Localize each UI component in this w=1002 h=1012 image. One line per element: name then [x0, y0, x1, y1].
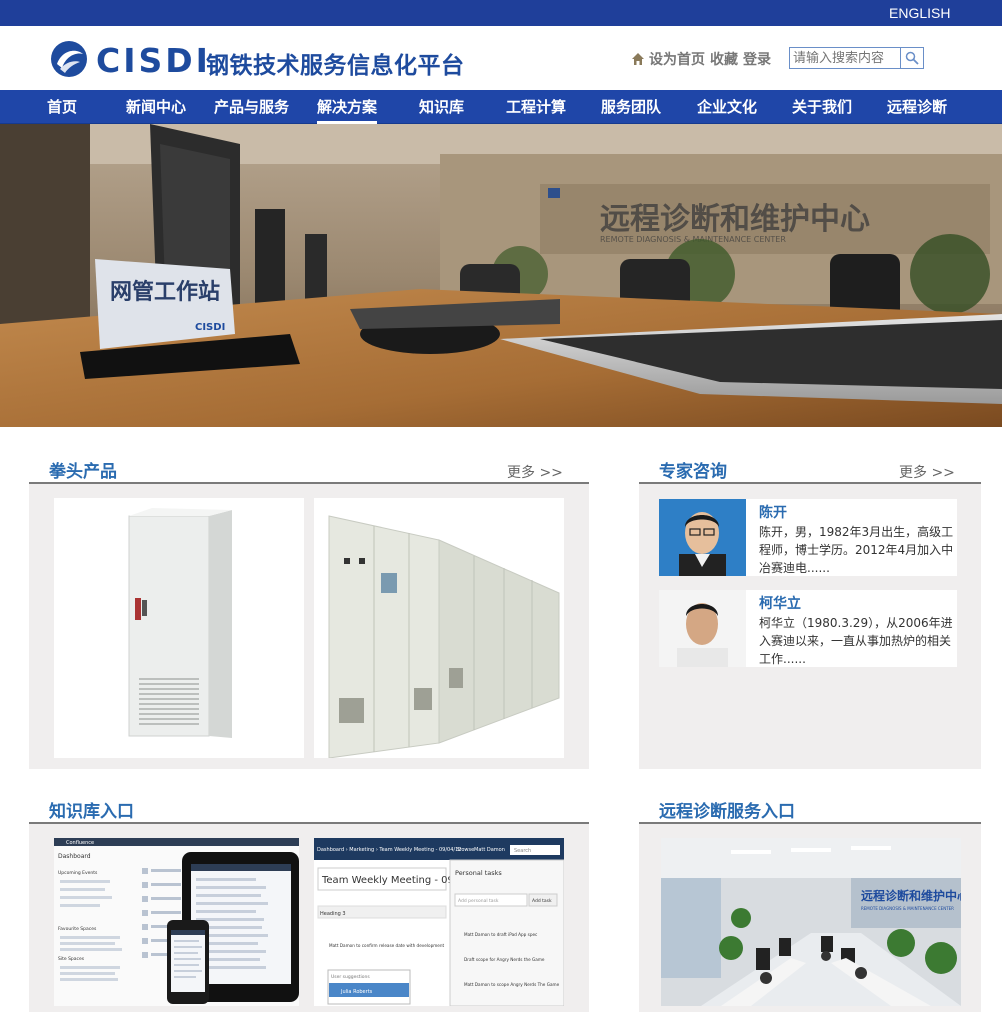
nav-item-service-team[interactable]: 服务团队 [601, 90, 661, 124]
expert-card[interactable]: 柯华立 柯华立（1980.3.29），从2006年进入赛迪以来，一直从事加热炉的… [659, 590, 957, 667]
header: CISDI 钢铁技术服务信息化平台 设为首页 收藏 登录 [0, 26, 1002, 90]
favorite-link[interactable]: 收藏 [710, 49, 738, 69]
experts-title: 专家咨询 [659, 462, 727, 482]
editor-search: Search [514, 848, 531, 854]
logo-wordmark: CISDI [96, 41, 211, 80]
product-image-switchgear [328, 515, 560, 759]
search-icon [905, 51, 919, 65]
expert-name[interactable]: 柯华立 [759, 593, 801, 613]
task-2: Draft scope for Angry Nerds the Game [464, 957, 545, 962]
desk-sign: 网管工作站 [110, 279, 220, 305]
logo-subtitle: 钢铁技术服务信息化平台 [206, 53, 465, 79]
wall-sign: 远程诊断和维护中心 [600, 202, 870, 237]
search-input[interactable] [790, 48, 901, 68]
personal-tasks-title: Personal tasks [455, 869, 502, 877]
hero-banner: 远程诊断和维护中心 REMOTE DIAGNOSIS & MAINTENANCE… [0, 124, 1002, 427]
expert-photo [659, 499, 746, 576]
knowledge-panel: Confluence Dashboard Upcoming Events Fav… [29, 824, 589, 1012]
cisdi-globe-icon [51, 41, 87, 77]
remote-title: 远程诊断服务入口 [659, 802, 795, 822]
remote-center-photo[interactable]: 远程诊断和维护中心 REMOTE DIAGNOSIS & MAINTENANCE… [661, 838, 961, 1006]
add-personal-task: Add personal task [458, 898, 499, 904]
english-link[interactable]: ENGLISH [889, 5, 950, 21]
knowledge-screenshot-editor[interactable]: Dashboard › Marketing › Team Weekly Meet… [314, 838, 564, 1006]
user-suggestions: User suggestions [331, 974, 370, 980]
suggested-user: Julia Roberts [340, 989, 373, 995]
editor-breadcrumb: Dashboard › Marketing › Team Weekly Meet… [317, 847, 461, 853]
nav-item-remote-diagnosis[interactable]: 远程诊断 [887, 90, 947, 124]
office-photo: 远程诊断和维护中心 REMOTE DIAGNOSIS & MAINTENANCE… [0, 124, 1002, 427]
task-1: Matt Damon to draft iPad App spec [464, 932, 538, 937]
product-card[interactable] [54, 498, 304, 758]
favourite-spaces: Favourite Spaces [58, 926, 97, 932]
editor-user-menu: Matt Damon [474, 847, 505, 853]
search-button[interactable] [901, 48, 923, 68]
nav-item-news[interactable]: 新闻中心 [126, 90, 186, 124]
desk-sign-logo: CISDI [195, 322, 225, 333]
nav-item-culture[interactable]: 企业文化 [697, 90, 757, 124]
nav-item-home[interactable]: 首页 [47, 90, 77, 124]
login-link[interactable]: 登录 [743, 49, 771, 69]
nav-item-about[interactable]: 关于我们 [792, 90, 852, 124]
site-spaces: Site Spaces [58, 956, 85, 962]
set-home-link[interactable]: 设为首页 [649, 49, 705, 69]
upcoming-events: Upcoming Events [58, 870, 98, 876]
product-image-cabinet [128, 508, 232, 738]
nav-item-products-services[interactable]: 产品与服务 [214, 90, 289, 124]
add-task-button: Add task [532, 898, 552, 904]
remote-panel: 远程诊断和维护中心 REMOTE DIAGNOSIS & MAINTENANCE… [639, 824, 981, 1012]
product-card[interactable] [314, 498, 564, 759]
nav-item-engineering-calc[interactable]: 工程计算 [506, 90, 566, 124]
confluence-label: Confluence [66, 840, 94, 846]
editor-browse: Browse [456, 847, 474, 853]
expert-card[interactable]: 陈开 陈开，男，1982年3月出生，高级工程师，博士学历。2012年4月加入中冶… [659, 499, 957, 576]
remote-wall-sign: 远程诊断和维护中心 [861, 888, 961, 903]
search-box [789, 47, 924, 69]
knowledge-screenshot-dashboard[interactable]: Confluence Dashboard Upcoming Events Fav… [54, 838, 299, 1006]
knowledge-title: 知识库入口 [49, 802, 134, 822]
home-icon [632, 53, 644, 65]
dashboard-title: Dashboard [58, 853, 91, 860]
experts-panel: 陈开 陈开，男，1982年3月出生，高级工程师，博士学历。2012年4月加入中冶… [639, 484, 981, 769]
products-more-link[interactable]: 更多 >> [507, 462, 563, 482]
products-panel [29, 484, 589, 769]
editor-confirm-line: Matt Damon to confirm release date with … [329, 943, 445, 948]
top-bar: ENGLISH [0, 0, 1002, 26]
remote-wall-sign-en: REMOTE DIAGNOSIS & MAINTENANCE CENTER [861, 906, 954, 911]
header-tools: 设为首页 收藏 登录 [631, 48, 776, 70]
site-logo[interactable]: CISDI 钢铁技术服务信息化平台 [50, 40, 490, 80]
expert-desc: 陈开，男，1982年3月出生，高级工程师，博士学历。2012年4月加入中冶赛迪电… [759, 525, 954, 575]
experts-more-link[interactable]: 更多 >> [899, 462, 955, 482]
task-3: Matt Damon to scope Angry Nerds The Game [464, 982, 560, 987]
main-nav: 首页 新闻中心 产品与服务 解决方案 知识库 工程计算 服务团队 企业文化 关于… [0, 90, 1002, 124]
expert-desc: 柯华立（1980.3.29），从2006年进入赛迪以来，一直从事加热炉的相关工作… [759, 616, 953, 666]
nav-item-solutions[interactable]: 解决方案 [317, 90, 378, 124]
expert-name[interactable]: 陈开 [759, 502, 787, 522]
products-title: 拳头产品 [49, 462, 117, 482]
expert-photo [659, 590, 746, 667]
editor-heading-select: Heading 3 [320, 911, 346, 917]
nav-item-knowledge[interactable]: 知识库 [419, 90, 464, 124]
